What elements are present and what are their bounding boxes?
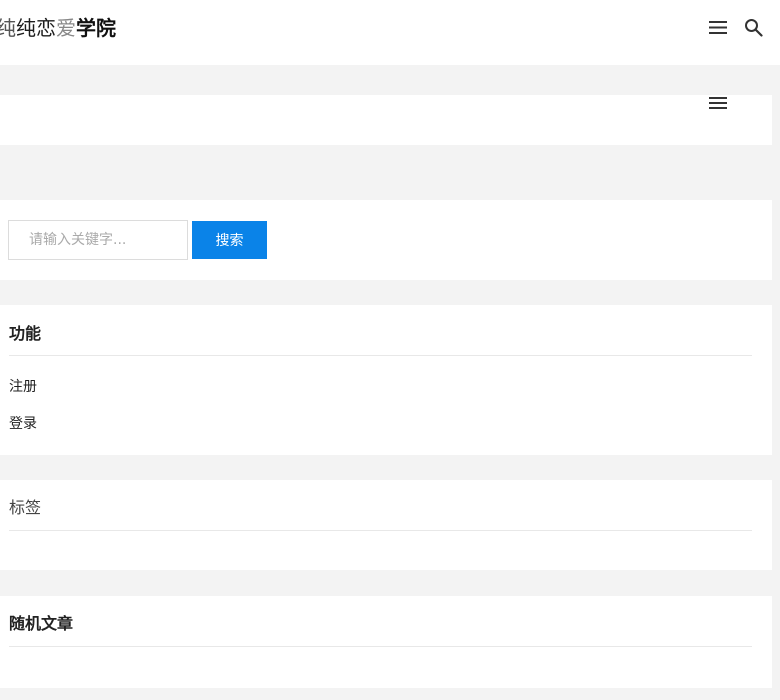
login-link[interactable]: 登录 — [9, 414, 37, 434]
functions-widget: 功能 注册 登录 — [0, 305, 772, 455]
search-button[interactable]: 搜索 — [192, 221, 267, 259]
site-title-part-4: 爱 — [56, 16, 76, 40]
site-title-part-3: 恋 — [36, 16, 56, 40]
tags-widget: 标签 — [0, 480, 772, 570]
nav-panel — [0, 95, 772, 145]
hamburger-menu-icon — [709, 97, 727, 109]
site-title-part-5: 学院 — [76, 16, 116, 40]
site-title-part-1: 纯 — [0, 16, 16, 40]
hamburger-menu-icon — [709, 21, 727, 34]
header-menu-button[interactable] — [708, 19, 728, 36]
functions-widget-title: 功能 — [9, 324, 42, 343]
search-input[interactable] — [8, 220, 188, 260]
nav-menu-toggle-button[interactable] — [708, 95, 728, 112]
widget-divider — [9, 530, 752, 531]
widget-divider — [9, 355, 752, 356]
site-title-link[interactable]: 纯纯恋爱学院 — [0, 14, 116, 42]
random-posts-widget-title: 随机文章 — [9, 614, 74, 633]
register-link[interactable]: 注册 — [9, 377, 37, 397]
site-title-part-2: 纯 — [16, 16, 36, 40]
magnifier-search-icon — [745, 19, 763, 37]
random-posts-widget: 随机文章 — [0, 596, 772, 688]
header-search-button[interactable] — [744, 18, 764, 38]
tags-widget-title: 标签 — [9, 498, 42, 517]
search-widget: 搜索 — [0, 200, 772, 280]
widget-divider — [9, 646, 752, 647]
site-header: 纯纯恋爱学院 — [0, 0, 780, 65]
